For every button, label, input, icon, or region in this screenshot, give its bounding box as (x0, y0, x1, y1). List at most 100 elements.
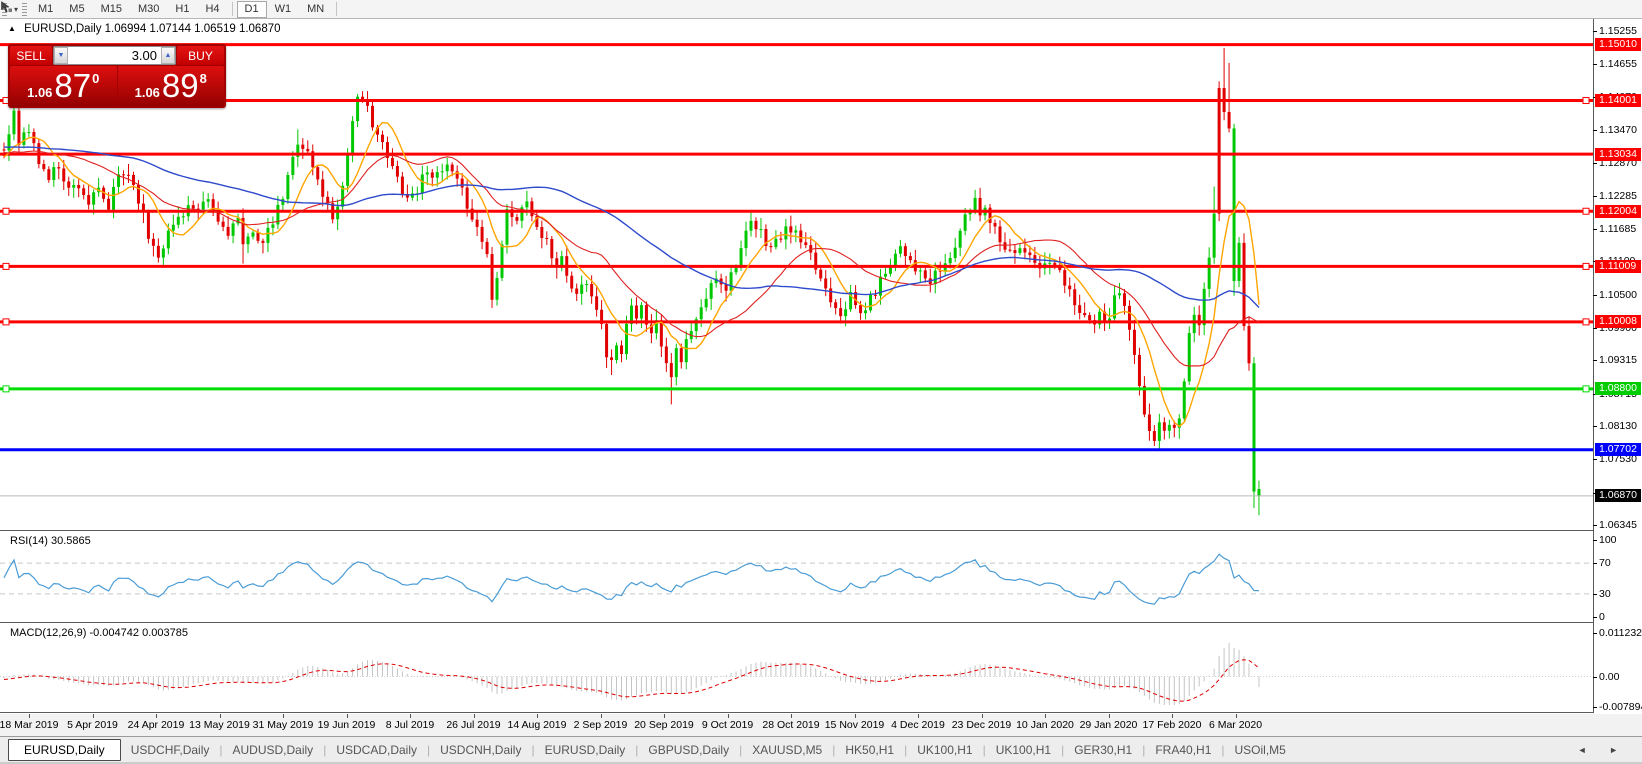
chart-tab-fra40-h1[interactable]: FRA40,H1 (1145, 740, 1221, 760)
date-tick (1172, 714, 1173, 718)
price-tick-label: 1.09315 (1599, 354, 1637, 366)
rsi-tick-label: 30 (1599, 588, 1611, 600)
price-tick-label: 1.15255 (1599, 25, 1637, 37)
date-tick (156, 714, 157, 718)
price-tick-dash (1593, 229, 1597, 230)
price-badge-1.07702: 1.07702 (1595, 443, 1641, 456)
timeframe-button-h4[interactable]: H4 (197, 1, 227, 18)
timeframe-button-m5[interactable]: M5 (61, 1, 92, 18)
price-tick-dash (1593, 459, 1597, 460)
buy-price-pip: 8 (200, 71, 207, 86)
price-tick-dash (1593, 196, 1597, 197)
macd-chart (0, 623, 1593, 712)
rsi-tick-label: 0 (1599, 611, 1605, 623)
price-tick-label: 1.06345 (1599, 519, 1637, 531)
line-handle[interactable] (1583, 98, 1589, 104)
date-tick (601, 714, 602, 718)
price-tick-dash (1593, 64, 1597, 65)
timeframe-button-d1[interactable]: D1 (237, 1, 267, 18)
line-handle[interactable] (1583, 263, 1589, 269)
rsi-chart (0, 531, 1593, 622)
line-handle[interactable] (3, 319, 9, 325)
rsi-tick-label: 70 (1599, 557, 1611, 569)
chart-tab-eurusd-daily[interactable]: EURUSD,Daily (8, 739, 121, 761)
line-handle[interactable] (3, 208, 9, 214)
candlestick-chart[interactable] (0, 19, 1593, 530)
timeframe-button-w1[interactable]: W1 (267, 1, 300, 18)
toolbar: ▾ M1M5M15M30H1H4 D1W1MN (0, 0, 1642, 19)
price-badge-1.10008: 1.10008 (1595, 315, 1641, 328)
date-tick (855, 714, 856, 718)
chart-tab-ger30-h1[interactable]: GER30,H1 (1064, 740, 1142, 760)
price-tick-dash (1593, 295, 1597, 296)
chart-tab-hk50-h1[interactable]: HK50,H1 (835, 740, 904, 760)
date-tick (918, 714, 919, 718)
chart-tab-usdcad-daily[interactable]: USDCAD,Daily (326, 740, 427, 760)
timeframe-button-h1[interactable]: H1 (167, 1, 197, 18)
chart-tab-uk100-h1[interactable]: UK100,H1 (986, 740, 1061, 760)
sell-price-button[interactable]: 1.06 87 0 (10, 66, 117, 107)
chart-tab-bar: EURUSD,DailyUSDCHF,Daily|AUDUSD,Daily|US… (0, 736, 1642, 762)
price-tick-label: 1.08130 (1599, 420, 1637, 432)
volume-increase-button[interactable]: ▲ (161, 47, 175, 64)
price-badge-1.13034: 1.13034 (1595, 148, 1641, 161)
line-handle[interactable] (3, 386, 9, 392)
price-tick-dash (1593, 130, 1597, 131)
macd-panel[interactable]: MACD(12,26,9) -0.004742 0.003785 (0, 623, 1593, 713)
price-axis[interactable]: 1.152551.146551.140701.134701.128701.122… (1594, 19, 1642, 713)
chart-tab-uk100-h1[interactable]: UK100,H1 (907, 740, 982, 760)
price-tick-dash (1593, 360, 1597, 361)
chart-tab-xauusd-m5[interactable]: XAUUSD,M5 (742, 740, 832, 760)
buy-price-button[interactable]: 1.06 89 8 (118, 66, 225, 107)
cursor-tool-button[interactable]: ▾ (10, 1, 20, 18)
price-tick-dash (1593, 31, 1597, 32)
timeframe-button-m1[interactable]: M1 (30, 1, 61, 18)
price-badge-1.12004: 1.12004 (1595, 205, 1641, 218)
rsi-tick-dash (1593, 594, 1597, 595)
chart-tab-audusd-daily[interactable]: AUDUSD,Daily (223, 740, 324, 760)
macd-tick-label: 0.011232 (1599, 627, 1642, 639)
sell-button[interactable]: SELL (10, 46, 52, 65)
moving-average-8 (4, 123, 1259, 427)
line-handle[interactable] (1583, 386, 1589, 392)
price-tick-dash (1593, 426, 1597, 427)
chart-title: ▲ EURUSD,Daily 1.06994 1.07144 1.06519 1… (8, 23, 281, 35)
chart-tab-usdchf-daily[interactable]: USDCHF,Daily (121, 740, 220, 760)
price-tick-label: 1.10500 (1599, 289, 1637, 301)
chart-tab-eurusd-daily[interactable]: EURUSD,Daily (535, 740, 636, 760)
main-chart-panel[interactable]: ▲ EURUSD,Daily 1.06994 1.07144 1.06519 1… (0, 19, 1593, 531)
cursor-tool-caret-icon[interactable]: ▾ (14, 5, 18, 14)
moving-average-21 (4, 151, 1259, 366)
volume-input[interactable]: 3.00 (68, 47, 161, 64)
line-handle[interactable] (1583, 208, 1589, 214)
line-handle[interactable] (1583, 319, 1589, 325)
timeframe-button-m30[interactable]: M30 (130, 1, 167, 18)
date-tick (791, 714, 792, 718)
volume-decrease-button[interactable]: ▼ (54, 47, 68, 64)
line-handle[interactable] (3, 263, 9, 269)
collapse-triangle-icon[interactable]: ▲ (8, 24, 16, 33)
timeframe-button-mn[interactable]: MN (299, 1, 332, 18)
buy-button[interactable]: BUY (177, 46, 224, 65)
rsi-label: RSI(14) 30.5865 (10, 535, 91, 547)
date-label: 6 Mar 2020 (1191, 719, 1281, 731)
macd-tick-label: 0.00 (1599, 671, 1619, 683)
macd-tick-dash (1593, 677, 1597, 678)
chart-tab-gbpusd-daily[interactable]: GBPUSD,Daily (638, 740, 739, 760)
date-tick (347, 714, 348, 718)
time-axis[interactable]: 18 Mar 20195 Apr 201924 Apr 201913 May 2… (0, 714, 1642, 736)
date-tick (474, 714, 475, 718)
timeframe-buttons: M1M5M15M30H1H4 D1W1MN (30, 1, 341, 18)
chart-tab-usoil-m5[interactable]: USOil,M5 (1225, 740, 1296, 760)
chart-tab-usdcnh-daily[interactable]: USDCNH,Daily (430, 740, 531, 760)
price-badge-1.08800: 1.08800 (1595, 382, 1641, 395)
price-badge-1.06870: 1.06870 (1595, 489, 1641, 502)
tab-scroll-arrows[interactable]: ◄ ► (1578, 745, 1628, 755)
volume-stepper: ▼ 3.00 ▲ (53, 46, 176, 65)
rsi-panel[interactable]: RSI(14) 30.5865 (0, 531, 1593, 623)
cursor-crosshair-icon (0, 0, 13, 13)
sell-price-main: 87 (54, 68, 91, 104)
chart-symbol-label: EURUSD,Daily (24, 23, 101, 35)
rsi-line (4, 554, 1259, 604)
timeframe-button-m15[interactable]: M15 (93, 1, 130, 18)
